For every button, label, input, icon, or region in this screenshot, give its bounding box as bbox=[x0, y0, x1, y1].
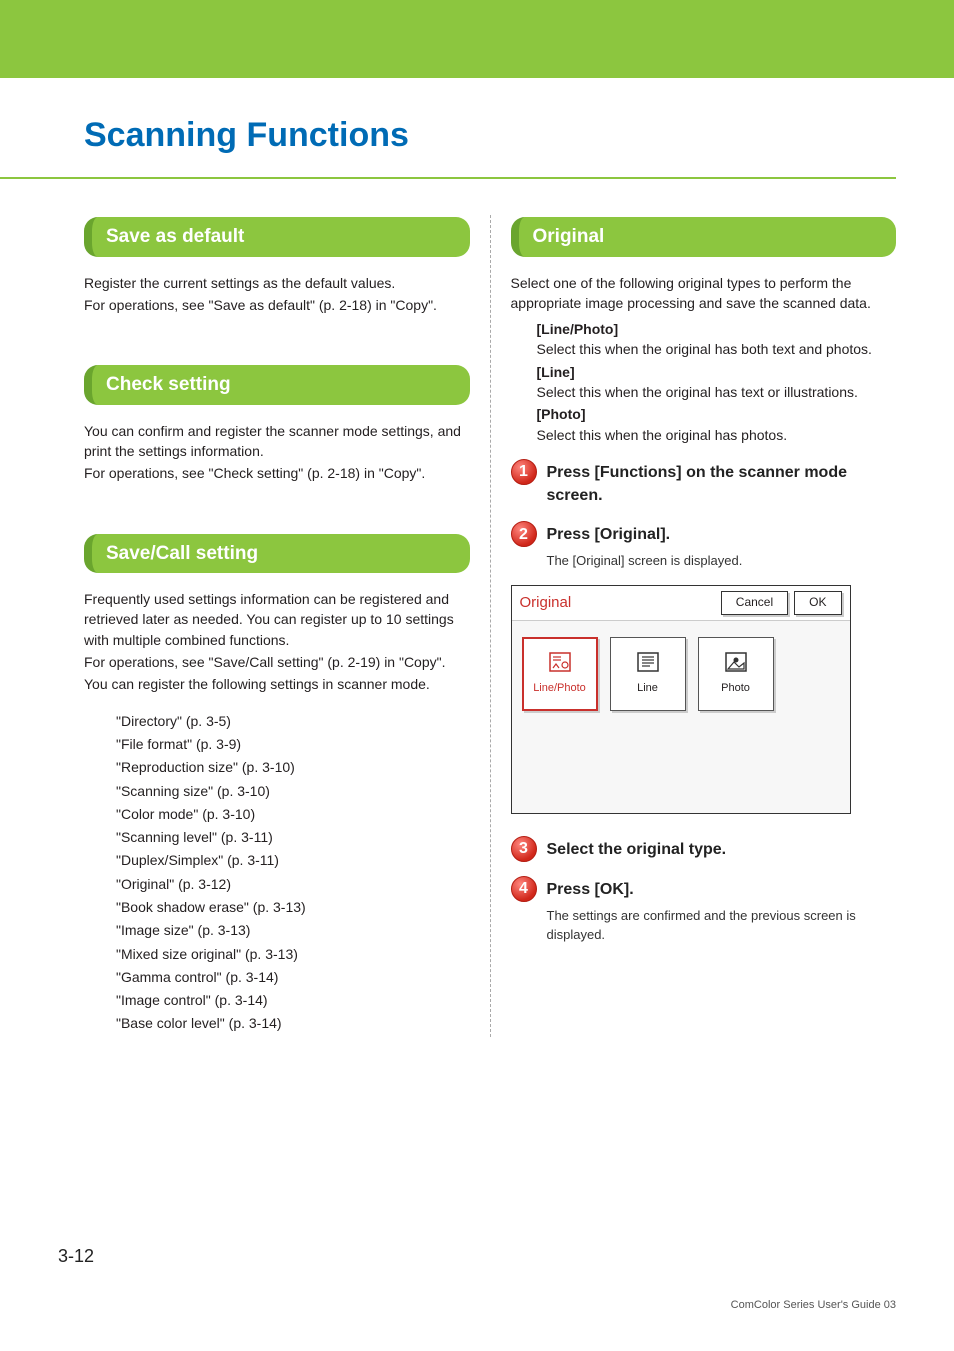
ok-button[interactable]: OK bbox=[794, 591, 841, 614]
option-desc: Select this when the original has text o… bbox=[537, 382, 897, 402]
list-item: "Image control" (p. 3-14) bbox=[116, 990, 470, 1010]
option-line[interactable]: Line bbox=[610, 637, 686, 711]
body-text: Select one of the following original typ… bbox=[511, 273, 897, 314]
list-item: "Duplex/Simplex" (p. 3-11) bbox=[116, 850, 470, 870]
option-desc: Select this when the original has both t… bbox=[537, 339, 897, 359]
footer-text: ComColor Series User's Guide 03 bbox=[731, 1299, 896, 1311]
list-item: "Scanning size" (p. 3-10) bbox=[116, 781, 470, 801]
step-title: Press [Functions] on the scanner mode sc… bbox=[547, 461, 897, 507]
step-title: Press [Original]. bbox=[547, 523, 897, 546]
step-number-icon: 2 bbox=[511, 521, 537, 547]
option-label: Photo bbox=[721, 681, 750, 697]
step-number-icon: 1 bbox=[511, 459, 537, 485]
step-number-icon: 3 bbox=[511, 836, 537, 862]
list-item: "File format" (p. 3-9) bbox=[116, 734, 470, 754]
list-item: "Scanning level" (p. 3-11) bbox=[116, 827, 470, 847]
option-label: Line/Photo bbox=[533, 681, 586, 697]
step-title: Press [OK]. bbox=[547, 878, 897, 901]
settings-list: "Directory" (p. 3-5) "File format" (p. 3… bbox=[84, 711, 470, 1034]
body-text: You can confirm and register the scanner… bbox=[84, 421, 470, 462]
options-block: [Line/Photo] Select this when the origin… bbox=[511, 319, 897, 445]
section-heading-original: Original bbox=[511, 217, 897, 257]
line-icon bbox=[637, 651, 659, 673]
section-heading-check-setting: Check setting bbox=[84, 365, 470, 405]
body-text: For operations, see "Save/Call setting" … bbox=[84, 652, 470, 672]
header-band bbox=[0, 0, 954, 78]
section-heading-save-call: Save/Call setting bbox=[84, 534, 470, 574]
device-screenshot: Original Cancel OK bbox=[511, 585, 851, 813]
step-title: Select the original type. bbox=[547, 838, 897, 861]
chapter-title: Scanning Functions bbox=[0, 78, 896, 179]
screenshot-title: Original bbox=[520, 592, 715, 614]
left-column: Save as default Register the current set… bbox=[84, 215, 491, 1037]
screenshot-body: Line/Photo Line bbox=[512, 621, 850, 813]
list-item: "Book shadow erase" (p. 3-13) bbox=[116, 897, 470, 917]
option-label: [Line] bbox=[537, 362, 897, 382]
step-3: 3 Select the original type. bbox=[511, 836, 897, 862]
body-text: For operations, see "Check setting" (p. … bbox=[84, 463, 470, 483]
list-item: "Gamma control" (p. 3-14) bbox=[116, 967, 470, 987]
step-description: The [Original] screen is displayed. bbox=[547, 552, 897, 571]
option-label: Line bbox=[637, 681, 658, 697]
right-column: Original Select one of the following ori… bbox=[491, 215, 897, 1037]
photo-icon bbox=[725, 651, 747, 673]
screenshot-header: Original Cancel OK bbox=[512, 586, 850, 620]
step-2: 2 Press [Original]. The [Original] scree… bbox=[511, 521, 897, 571]
page-number: 3-12 bbox=[58, 1246, 94, 1267]
line-photo-icon bbox=[549, 651, 571, 673]
option-photo[interactable]: Photo bbox=[698, 637, 774, 711]
step-number-icon: 4 bbox=[511, 876, 537, 902]
list-item: "Original" (p. 3-12) bbox=[116, 874, 470, 894]
list-item: "Base color level" (p. 3-14) bbox=[116, 1013, 470, 1033]
list-item: "Mixed size original" (p. 3-13) bbox=[116, 944, 470, 964]
option-label: [Photo] bbox=[537, 404, 897, 424]
body-text: Register the current settings as the def… bbox=[84, 273, 470, 293]
list-item: "Directory" (p. 3-5) bbox=[116, 711, 470, 731]
option-label: [Line/Photo] bbox=[537, 319, 897, 339]
step-4: 4 Press [OK]. The settings are confirmed… bbox=[511, 876, 897, 945]
list-item: "Color mode" (p. 3-10) bbox=[116, 804, 470, 824]
body-text: You can register the following settings … bbox=[84, 674, 470, 694]
body-text: For operations, see "Save as default" (p… bbox=[84, 295, 470, 315]
option-desc: Select this when the original has photos… bbox=[537, 425, 897, 445]
content-columns: Save as default Register the current set… bbox=[0, 215, 954, 1037]
section-heading-save-default: Save as default bbox=[84, 217, 470, 257]
list-item: "Image size" (p. 3-13) bbox=[116, 920, 470, 940]
step-description: The settings are confirmed and the previ… bbox=[547, 907, 897, 945]
option-line-photo[interactable]: Line/Photo bbox=[522, 637, 598, 711]
list-item: "Reproduction size" (p. 3-10) bbox=[116, 757, 470, 777]
body-text: Frequently used settings information can… bbox=[84, 589, 470, 650]
cancel-button[interactable]: Cancel bbox=[721, 591, 788, 614]
step-1: 1 Press [Functions] on the scanner mode … bbox=[511, 459, 897, 507]
